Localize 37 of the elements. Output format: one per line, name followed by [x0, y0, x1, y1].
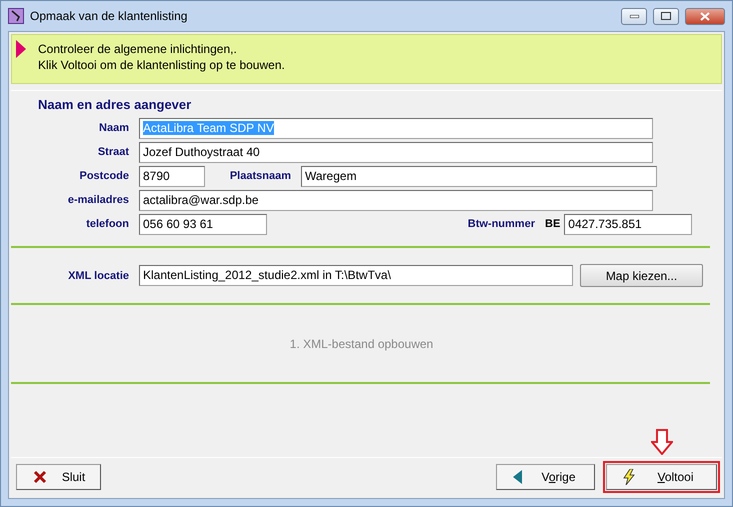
left-triangle-icon — [513, 470, 523, 484]
field-label: Btw-nummer — [466, 218, 536, 230]
field-label: XML locatie — [67, 270, 130, 282]
section-title: Naam en adres aangever — [38, 97, 192, 112]
close-icon — [700, 12, 710, 20]
close-button[interactable]: Sluit — [16, 464, 101, 490]
back-button[interactable]: Vorige — [496, 464, 595, 490]
maximize-icon — [661, 12, 671, 20]
field-label: telefoon — [85, 218, 130, 230]
minimize-button[interactable] — [621, 8, 647, 24]
field-label: Postcode — [78, 170, 130, 182]
close-icon — [33, 470, 47, 484]
app-icon — [8, 8, 24, 24]
minimize-icon — [630, 14, 638, 18]
input-field[interactable]: 0427.735.851 — [564, 214, 692, 234]
status-text: 1. XML-bestand opbouwen — [290, 336, 434, 350]
field-label: Plaatsnaam — [228, 170, 292, 182]
field-label: e-mailadres — [66, 194, 130, 206]
window-title: Opmaak van de klantenlisting — [30, 9, 188, 23]
field-label: Straat — [96, 146, 130, 158]
input-field[interactable]: Jozef Duthoystraat 40 — [139, 142, 653, 162]
instruction-text: Klik Voltooi om de klantenlisting op te bouwen. — [38, 58, 285, 72]
down-arrow-icon — [650, 429, 672, 455]
choose-folder-button[interactable]: Map kiezen... — [580, 264, 703, 287]
prefix-label: BE — [545, 218, 560, 230]
finish-button[interactable]: Voltooi — [606, 464, 717, 490]
pointer-icon — [16, 40, 26, 58]
close-button[interactable] — [685, 8, 725, 24]
field-label: Naam — [98, 122, 130, 134]
input-field[interactable]: KlantenListing_2012_studie2.xml in T:\BtwTva\ — [139, 265, 573, 286]
input-field[interactable]: Waregem — [301, 166, 657, 186]
lightning-icon — [623, 469, 635, 485]
instruction-text: Controleer de algemene inlichtingen,. — [38, 42, 238, 56]
input-field[interactable]: 8790 — [139, 166, 205, 186]
maximize-button[interactable] — [653, 8, 679, 24]
input-field[interactable]: 056 60 93 61 — [139, 214, 267, 234]
input-field[interactable]: actalibra@war.sdp.be — [139, 190, 653, 210]
